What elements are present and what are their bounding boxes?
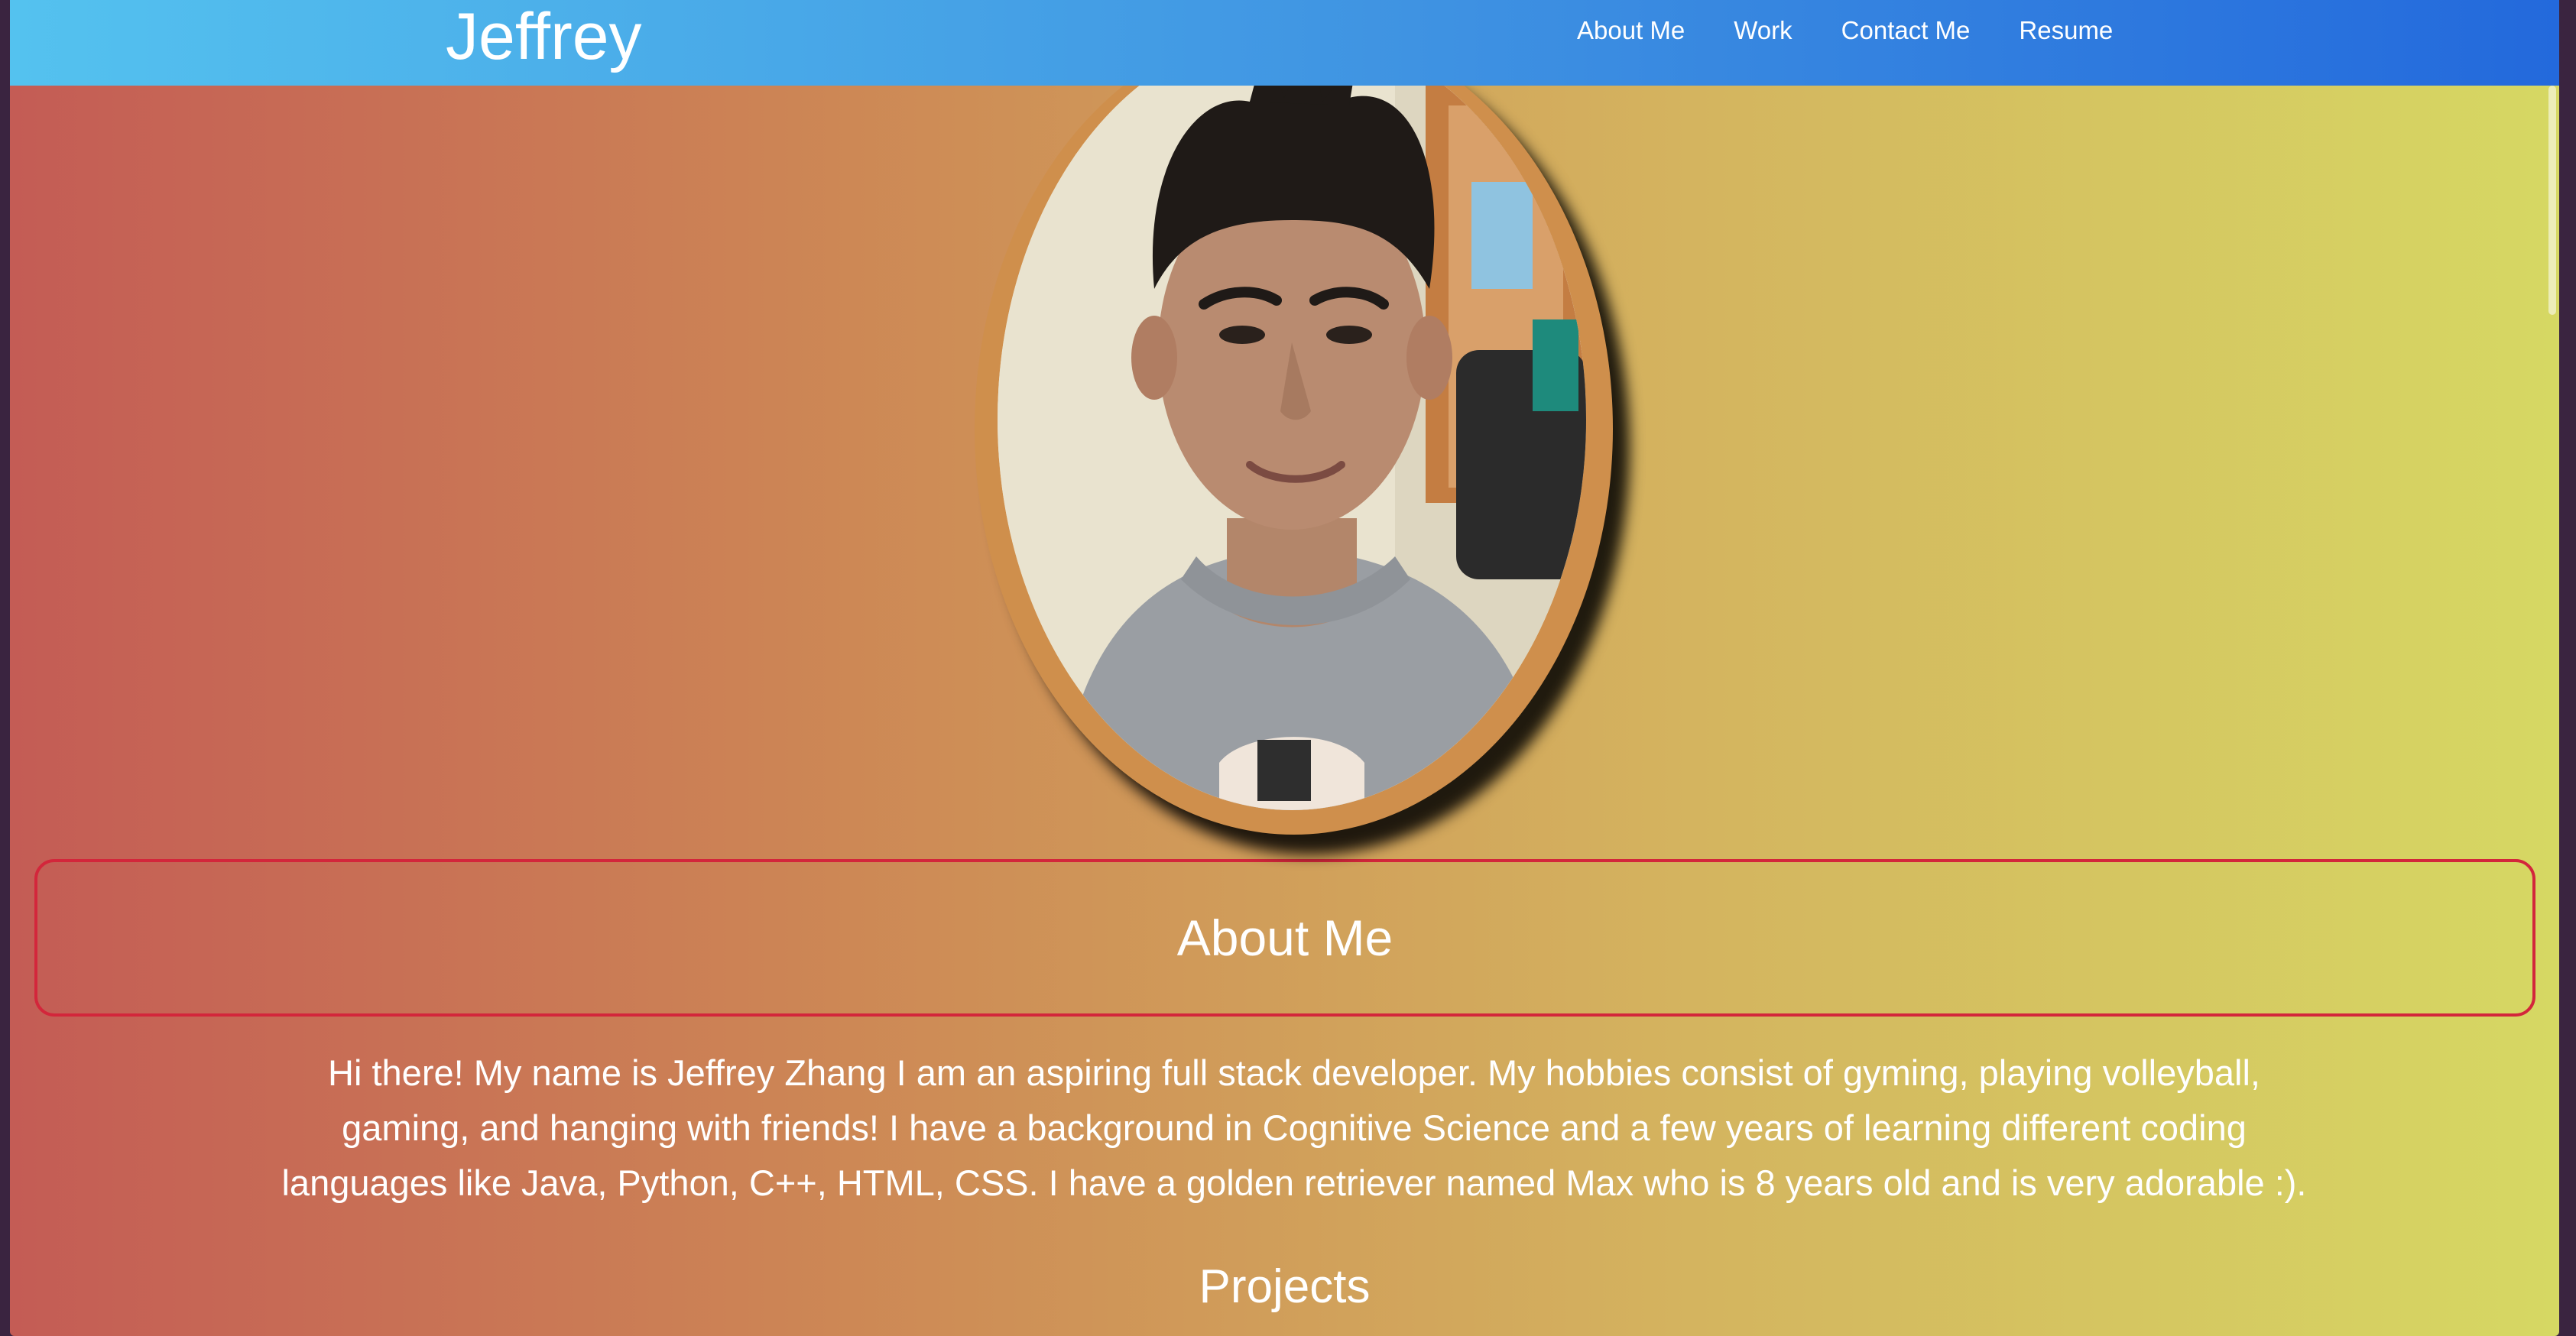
brand-logo-text[interactable]: Jeffrey	[446, 0, 642, 73]
nav-link-work[interactable]: Work	[1734, 16, 1792, 45]
page: Jeffrey About Me Work Contact Me Resume	[10, 0, 2559, 1336]
nav-link-resume[interactable]: Resume	[2019, 16, 2113, 45]
about-me-heading-box: About Me	[34, 859, 2535, 1017]
nav-links: About Me Work Contact Me Resume	[1577, 0, 2162, 61]
profile-photo	[998, 29, 1586, 810]
nav-link-about-me[interactable]: About Me	[1577, 16, 1685, 45]
nav-link-contact-me[interactable]: Contact Me	[1841, 16, 1971, 45]
page-scrollbar[interactable]	[2544, 0, 2559, 1336]
scrollbar-thumb[interactable]	[2548, 86, 2556, 315]
about-me-paragraph: Hi there! My name is Jeffrey Zhang I am …	[281, 1052, 2307, 1203]
profile-photo-frame	[975, 23, 1613, 835]
projects-title: Projects	[1199, 1260, 1371, 1313]
navbar: Jeffrey About Me Work Contact Me Resume	[10, 0, 2559, 86]
about-me-title: About Me	[1176, 910, 1393, 966]
